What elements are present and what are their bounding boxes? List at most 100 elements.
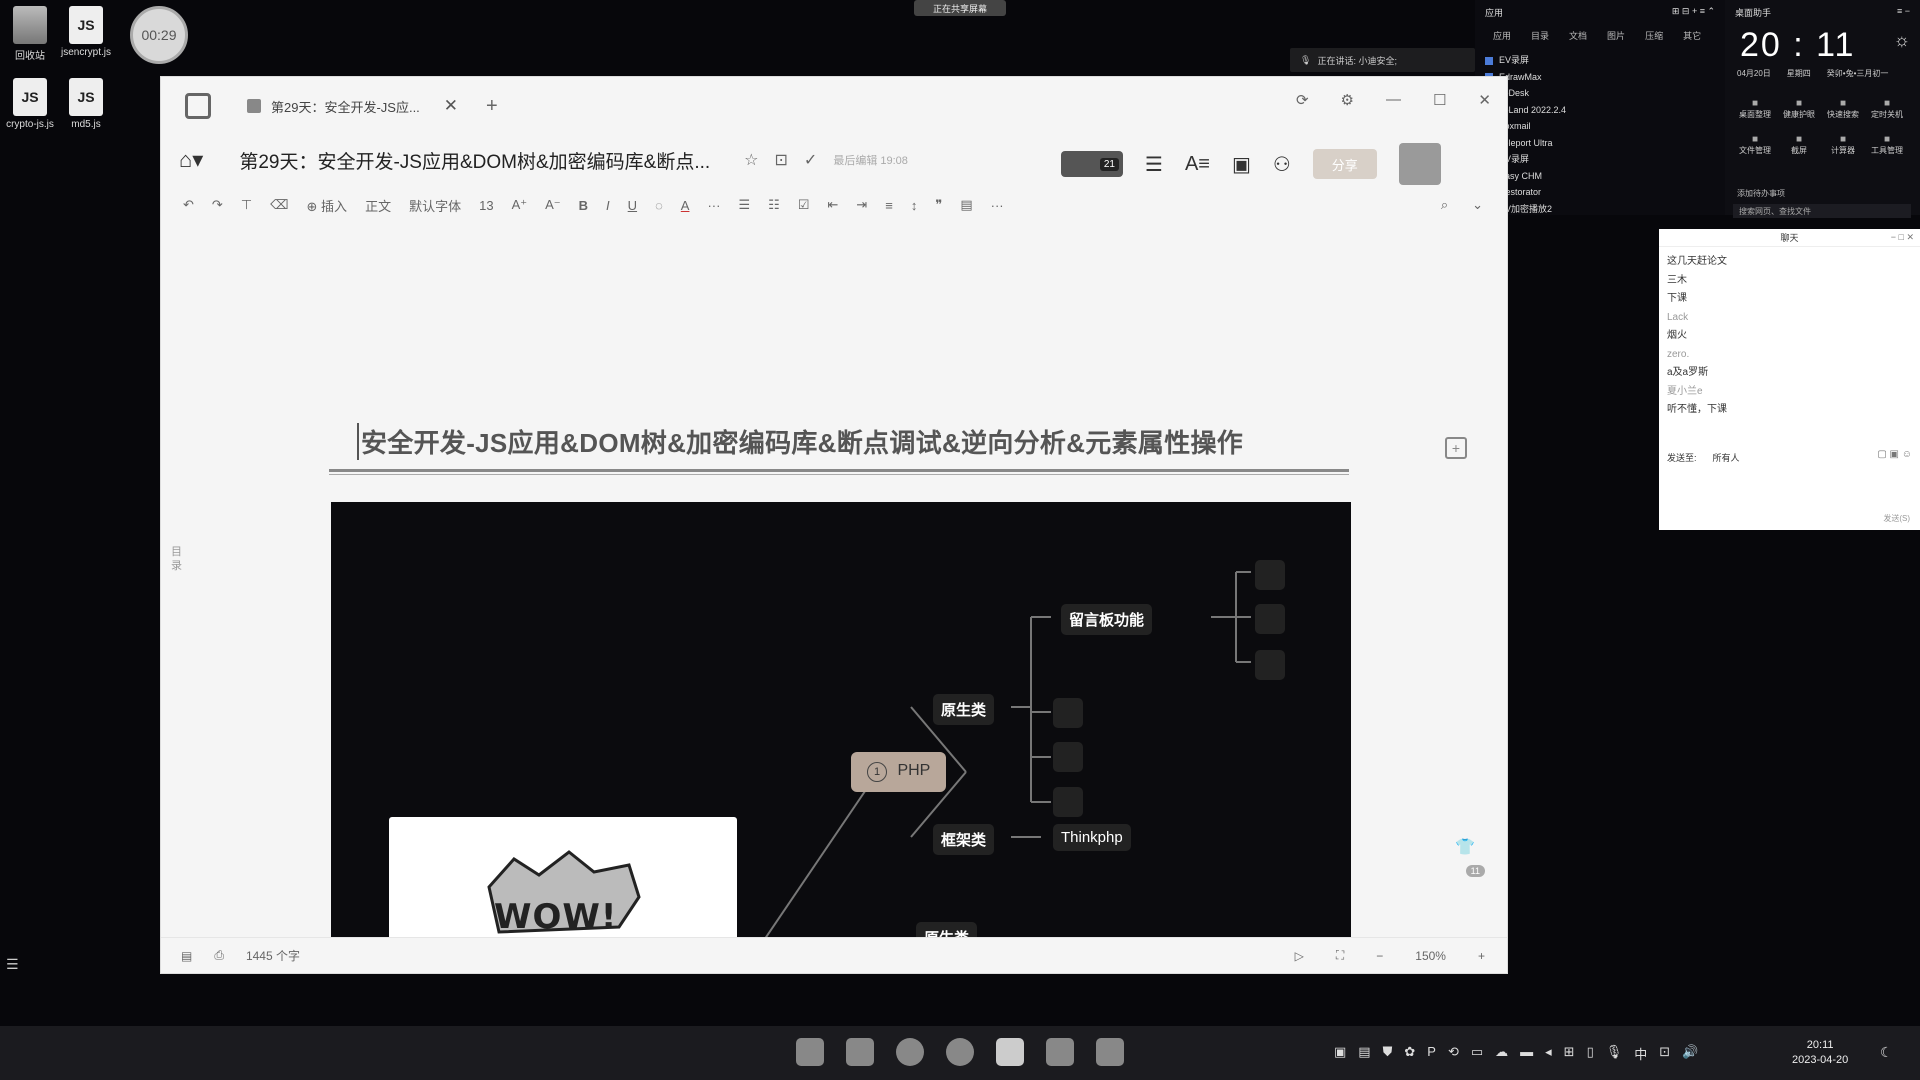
chat-send-button[interactable]: 发送(S) [1883, 513, 1910, 524]
chevron-down-icon[interactable]: ⌄ [1472, 197, 1483, 213]
ime-indicator[interactable]: 中 [1634, 1044, 1647, 1063]
apps-category[interactable]: 其它 [1683, 29, 1701, 42]
close-tab-icon[interactable]: ✕ [444, 96, 458, 116]
desktop-icon-jsencrypt[interactable]: JS jsencrypt.js [56, 6, 116, 58]
app-item[interactable]: EV加密播放2 [1485, 201, 1725, 218]
tool-button[interactable]: 定时关机 [1865, 98, 1909, 120]
font-color-icon[interactable]: A [681, 198, 690, 213]
tool-button[interactable]: 工具管理 [1865, 134, 1909, 156]
document-title[interactable]: 第29天：安全开发-JS应用&DOM树&加密编码库&断点... [239, 147, 710, 174]
shirt-icon[interactable]: 👕 [1455, 837, 1475, 857]
tool-button[interactable]: 文件管理 [1733, 134, 1777, 156]
tray-app-icon[interactable]: ▣ [1334, 1044, 1346, 1063]
toc-label[interactable]: 目录 [171, 545, 183, 573]
close-window-button[interactable]: ✕ [1478, 91, 1491, 109]
vscode-icon[interactable] [1096, 1038, 1124, 1066]
quote-icon[interactable]: ❞ [935, 197, 942, 213]
tray-app-icon[interactable]: ⊞ [1564, 1044, 1575, 1063]
assistant-search-input[interactable]: 搜索网页、查找文件 [1733, 204, 1911, 218]
shield-icon[interactable]: ⛊ [1383, 1044, 1393, 1063]
apps-category[interactable]: 应用 [1493, 29, 1511, 42]
tray-app-icon[interactable]: ☁ [1495, 1044, 1508, 1063]
document-tab[interactable]: 第29天：安全开发-JS应... ✕ [247, 96, 458, 116]
app-item[interactable]: Easy CHM [1485, 168, 1725, 185]
chat-attach-icons[interactable]: ▢ ▣ ☺ [1877, 449, 1912, 460]
desktop-icon-recycle-bin[interactable]: 回收站 [0, 6, 60, 62]
app-logo-icon[interactable] [185, 93, 211, 119]
app-item[interactable]: ToDesk [1485, 85, 1725, 102]
tool-button[interactable]: 快速搜索 [1821, 98, 1865, 120]
sun-icon[interactable]: ☼ [1894, 30, 1911, 51]
bullet-list-icon[interactable]: ☰ [738, 197, 750, 213]
list-icon[interactable]: ☰ [6, 956, 19, 973]
italic-icon[interactable]: I [606, 198, 610, 213]
present-icon[interactable]: ▣ [1232, 152, 1251, 177]
undo-icon[interactable]: ↶ [183, 197, 194, 213]
apps-category[interactable]: 文档 [1569, 29, 1587, 42]
new-tab-button[interactable]: + [486, 95, 498, 118]
taskbar-clock[interactable]: 20:11 2023-04-20 [1792, 1038, 1848, 1068]
apps-category[interactable]: 压缩 [1645, 29, 1663, 42]
screen-share-banner[interactable]: 正在共享屏幕 [914, 0, 1006, 16]
highlight-icon[interactable]: ◌ [655, 198, 663, 213]
chrome-browser-icon[interactable] [946, 1038, 974, 1066]
block-icon[interactable]: ▤ [960, 197, 972, 213]
start-windows-icon[interactable] [796, 1038, 824, 1066]
document-heading[interactable]: 安全开发-JS应用&DOM树&加密编码库&断点调试&逆向分析&元素属性操作 [357, 423, 1243, 460]
more-icon[interactable]: ··· [707, 198, 720, 213]
zoom-level[interactable]: 150% [1415, 949, 1446, 963]
indent-icon[interactable]: ⇥ [856, 197, 867, 213]
tray-app-icon[interactable]: ⟲ [1448, 1044, 1459, 1063]
font-select[interactable]: 默认字体 [409, 196, 461, 215]
app-item[interactable]: Restorator [1485, 184, 1725, 201]
recording-timer[interactable]: 00:29 [130, 6, 188, 64]
home-icon[interactable]: ⌂▾ [179, 147, 203, 173]
maximize-button[interactable]: ☐ [1433, 91, 1446, 109]
star-icon[interactable]: ☆ [744, 150, 758, 170]
numbered-list-icon[interactable]: ☷ [768, 197, 780, 213]
fullscreen-icon[interactable]: ⛶ [1336, 948, 1344, 963]
app-item[interactable]: Teleport Ultra [1485, 135, 1725, 152]
search-icon[interactable]: ⌕ [1441, 197, 1448, 213]
text-format-icon[interactable]: A≡ [1185, 153, 1210, 176]
bold-icon[interactable]: B [579, 198, 588, 213]
settings-gear-icon[interactable]: ⚙ [1341, 91, 1354, 109]
font-size-select[interactable]: 13 [479, 198, 493, 213]
insert-button[interactable]: ⊕ 插入 [307, 196, 348, 215]
apps-category[interactable]: 目录 [1531, 29, 1549, 42]
tray-app-icon[interactable]: ▬ [1520, 1044, 1533, 1063]
outdent-icon[interactable]: ⇤ [827, 197, 838, 213]
app-item[interactable]: EV录屏 [1485, 52, 1725, 69]
notification-icon[interactable]: ☾ [1880, 1044, 1893, 1061]
tool-button[interactable]: 桌面整理 [1733, 98, 1777, 120]
align-icon[interactable]: ≡ [885, 198, 893, 213]
app-item[interactable]: EV录屏 [1485, 151, 1725, 168]
tool-button[interactable]: 截屏 [1777, 134, 1821, 156]
tool-button[interactable]: 计算器 [1821, 134, 1865, 156]
tray-app-icon[interactable]: ◂ [1545, 1044, 1552, 1063]
chat-window-controls[interactable]: − □ ✕ [1891, 232, 1914, 243]
mic-icon[interactable]: 🎙 [1606, 1044, 1623, 1063]
edge-browser-icon[interactable] [896, 1038, 924, 1066]
eraser-icon[interactable]: ⌫ [270, 197, 288, 213]
sync-icon[interactable]: ⟳ [1296, 91, 1309, 109]
tool-button[interactable]: 健康护眼 [1777, 98, 1821, 120]
outline-icon[interactable]: ▤ [181, 949, 192, 963]
move-folder-icon[interactable]: ⊡ [775, 150, 788, 170]
send-to-select[interactable]: 所有人 [1713, 451, 1740, 464]
app-item[interactable]: ToLand 2022.2.4 [1485, 102, 1725, 119]
play-icon[interactable]: ▷ [1295, 949, 1304, 963]
file-explorer-icon[interactable] [846, 1038, 874, 1066]
minimize-button[interactable]: — [1386, 91, 1401, 109]
volume-icon[interactable]: 🔊 [1682, 1044, 1698, 1063]
battery-icon[interactable]: ▯ [1587, 1044, 1594, 1063]
network-icon[interactable]: ⊡ [1659, 1044, 1670, 1063]
line-spacing-icon[interactable]: ↕ [911, 198, 918, 213]
menu-icon[interactable]: ☰ [1145, 152, 1163, 177]
share-button[interactable]: 分享 [1312, 149, 1377, 179]
more-icon[interactable]: ··· [991, 198, 1004, 213]
desktop-icon-crypto-js[interactable]: JS crypto-js.js [0, 78, 60, 130]
checkbox-icon[interactable]: ☑ [798, 197, 810, 213]
tray-app-icon[interactable]: P [1427, 1044, 1436, 1063]
apps-category[interactable]: 图片 [1607, 29, 1625, 42]
